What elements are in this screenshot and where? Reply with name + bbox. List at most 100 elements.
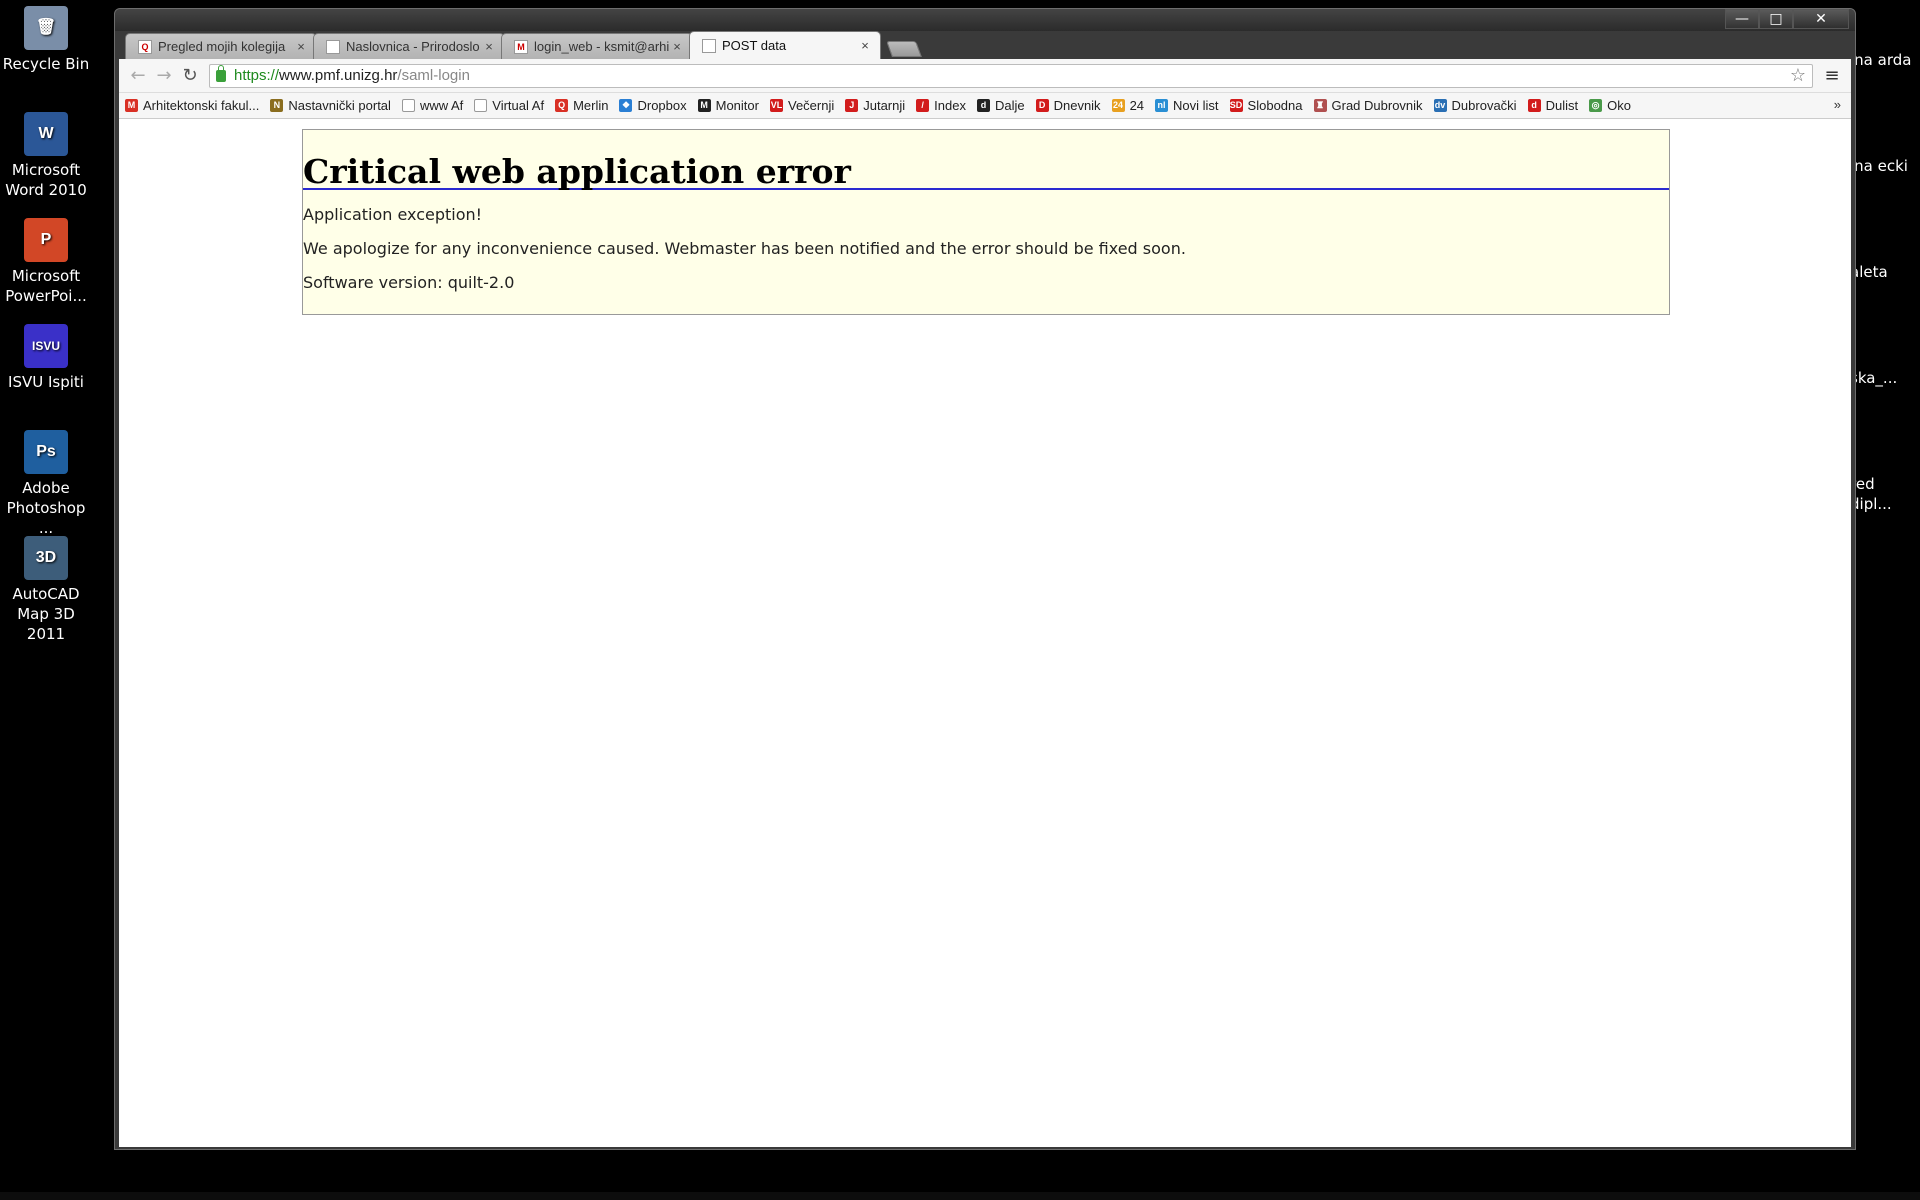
desktop-icon-label: AutoCAD Map 3D 2011 [12, 585, 80, 643]
bookmark-favicon-icon: VL [769, 99, 783, 112]
desktop-icon-label: ska_... [1850, 369, 1898, 387]
bookmark-favicon-icon: N [270, 99, 284, 112]
bookmark-item[interactable]: dv Dubrovački [1433, 98, 1517, 113]
browser-menu-button[interactable]: ≡ [1819, 65, 1845, 86]
bookmark-favicon-icon: d [1527, 99, 1541, 112]
window-controls: — □ ✕ [1725, 9, 1849, 29]
bookmark-item[interactable]: ♜ Grad Dubrovnik [1313, 98, 1423, 113]
bookmark-favicon-icon: M [697, 99, 711, 112]
address-bar[interactable]: https:// www.pmf.unizg.hr /saml-login ☆ [209, 63, 1813, 88]
desktop-icon-label: red dipl... [1850, 475, 1892, 513]
bookmark-favicon-icon: / [916, 99, 930, 112]
bookmark-favicon-icon: ❖ [619, 99, 633, 112]
new-tab-button[interactable] [886, 41, 922, 57]
photoshop-icon: Ps [24, 430, 68, 474]
bookmark-item[interactable]: ❖ Dropbox [619, 98, 687, 113]
bookmark-item[interactable]: SD Slobodna [1229, 98, 1303, 113]
bookmark-favicon-icon: SD [1229, 99, 1243, 112]
isvu-icon: ISVU [24, 324, 68, 368]
desktop-icon-label: aleta [1850, 263, 1888, 281]
url-path: /saml-login [397, 67, 470, 84]
bookmark-item[interactable]: N Nastavnički portal [270, 98, 391, 113]
bookmark-item[interactable]: / Index [916, 98, 966, 113]
desktop-icon-word-2010[interactable]: W Microsoft Word 2010 [0, 112, 92, 200]
bookmark-item[interactable]: d Dalje [976, 98, 1025, 113]
gmail-favicon-icon: M [514, 39, 528, 54]
error-box: Critical web application error Applicati… [302, 129, 1670, 315]
tab-naslovnica[interactable]: Naslovnica - Prirodoslo × [313, 33, 505, 59]
tab-pregled-mojih-kolegija[interactable]: Q Pregled mojih kolegija × [125, 33, 317, 59]
bookmark-favicon-icon: dv [1433, 99, 1447, 112]
bookmark-label: Monitor [715, 98, 759, 113]
desktop-icon-powerpoint[interactable]: P Microsoft PowerPoi... [0, 218, 92, 306]
maximize-button[interactable]: □ [1759, 9, 1793, 29]
bookmark-item[interactable]: D Dnevnik [1035, 98, 1101, 113]
recycle-bin-icon: 🗑 [24, 6, 68, 50]
desktop-icon-autocad[interactable]: 3D AutoCAD Map 3D 2011 [0, 536, 92, 644]
tab-label: login_web - ksmit@arhi [534, 39, 670, 54]
desktop-icon-isvu-ispiti[interactable]: ISVU ISVU Ispiti [0, 324, 92, 392]
desktop-icon-label: ISVU Ispiti [8, 373, 84, 391]
bookmark-item[interactable]: Virtual Af [474, 98, 544, 113]
url-scheme: https:// [234, 67, 280, 84]
back-button[interactable]: ← [125, 63, 151, 89]
bookmark-item[interactable]: www Af [401, 98, 464, 113]
tab-close-icon[interactable]: × [670, 39, 684, 54]
page-favicon-icon [326, 39, 340, 54]
bookmark-item[interactable]: VL Večernji [769, 98, 834, 113]
desktop-icon-right-2[interactable]: ina ecki [1850, 156, 1920, 176]
tab-strip: Q Pregled mojih kolegija × Naslovnica - … [125, 27, 922, 59]
close-window-button[interactable]: ✕ [1793, 9, 1849, 29]
tab-close-icon[interactable]: × [482, 39, 496, 54]
tab-label: Pregled mojih kolegija [158, 39, 286, 54]
bookmarks-overflow-button[interactable]: » [1834, 97, 1841, 112]
tab-label: POST data [722, 38, 787, 53]
bookmark-item[interactable]: M Arhitektonski fakul... [125, 98, 259, 113]
desktop-icon-right-4[interactable]: ska_... [1850, 368, 1920, 388]
bookmark-favicon-icon [474, 99, 488, 112]
powerpoint-icon: P [24, 218, 68, 262]
bookmark-item[interactable]: 24 24 [1111, 98, 1145, 113]
bookmark-item[interactable]: ◎ Oko [1589, 98, 1631, 113]
browser-window: — □ ✕ Q Pregled mojih kolegija × Naslovn… [114, 8, 1856, 1150]
bookmark-label: Grad Dubrovnik [1331, 98, 1423, 113]
error-message: Application exception! [303, 205, 483, 224]
bookmarks-bar: M Arhitektonski fakul... N Nastavnički port… [119, 93, 1851, 119]
desktop-icon-recycle-bin[interactable]: 🗑 Recycle Bin [0, 6, 92, 74]
bookmark-item[interactable]: M Monitor [697, 98, 759, 113]
bookmark-label: Jutarnji [863, 98, 906, 113]
bookmark-label: 24 [1129, 98, 1145, 113]
tab-close-icon[interactable]: × [858, 38, 872, 53]
bookmark-favicon-icon: Q [555, 99, 569, 112]
bookmark-label: Dnevnik [1053, 98, 1101, 113]
bookmark-star-icon[interactable]: ☆ [1790, 65, 1806, 86]
desktop-icon-photoshop[interactable]: Ps Adobe Photoshop ... [0, 430, 92, 538]
bookmark-label: Arhitektonski fakul... [143, 98, 260, 113]
bookmark-label: Virtual Af [492, 98, 545, 113]
merlin-favicon-icon: Q [138, 39, 152, 54]
desktop-icon-right-3[interactable]: aleta [1850, 262, 1920, 282]
word-icon: W [24, 112, 68, 156]
bookmark-label: www Af [419, 98, 464, 113]
bookmark-item[interactable]: nl Novi list [1155, 98, 1219, 113]
tab-label: Naslovnica - Prirodoslo [346, 39, 480, 54]
bookmark-item[interactable]: Q Merlin [555, 98, 608, 113]
bookmark-item[interactable]: J Jutarnji [845, 98, 905, 113]
bookmark-favicon-icon: ♜ [1313, 99, 1327, 112]
software-version: Software version: quilt-2.0 [303, 273, 515, 292]
forward-button[interactable]: → [151, 63, 177, 89]
desktop-icon-right-5[interactable]: red dipl... [1850, 474, 1920, 514]
bookmark-label: Dubrovački [1451, 98, 1517, 113]
browser-toolbar: ← → ↻ https:// www.pmf.unizg.hr /saml-lo… [119, 59, 1851, 93]
reload-button[interactable]: ↻ [177, 63, 203, 89]
bookmark-favicon-icon: ◎ [1589, 99, 1603, 112]
minimize-button[interactable]: — [1725, 9, 1759, 29]
lock-icon [216, 64, 226, 82]
page-favicon-icon [702, 38, 716, 53]
tab-close-icon[interactable]: × [294, 39, 308, 54]
taskbar [0, 1192, 1920, 1200]
bookmark-item[interactable]: d Dulist [1527, 98, 1578, 113]
desktop-icon-right-1[interactable]: ina arda [1850, 50, 1920, 70]
tab-post-data[interactable]: POST data × [689, 31, 881, 59]
tab-login-web[interactable]: M login_web - ksmit@arhi × [501, 33, 693, 59]
